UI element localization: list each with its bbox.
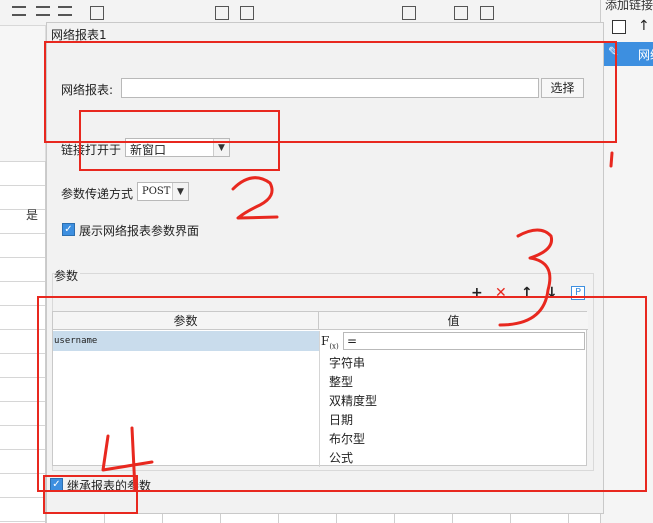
link-list-item-selected[interactable]: ✎ 网络 — [604, 42, 653, 66]
type-option-boolean[interactable]: 布尔型 — [329, 430, 365, 447]
select-button[interactable]: 选择 — [541, 78, 584, 98]
method-select[interactable]: POST ▼ — [137, 182, 189, 201]
open-in-value: 新窗口 — [130, 143, 167, 157]
web-report-url-input[interactable] — [121, 78, 539, 98]
show-params-checkbox[interactable]: ✓ — [62, 223, 75, 236]
inherit-params-checkbox[interactable]: ✓ — [50, 478, 63, 491]
chart-icon[interactable] — [454, 6, 468, 20]
show-params-label: 展示网络报表参数界面 — [79, 224, 200, 238]
parameter-icon[interactable]: P — [571, 286, 585, 300]
move-up-icon[interactable]: ↑ — [521, 285, 533, 301]
right-panel: 添加链接 — [600, 0, 653, 523]
formula-type-button[interactable]: F(x) — [321, 333, 341, 350]
grid-icon[interactable] — [240, 6, 254, 20]
chevron-down-icon: ▼ — [213, 139, 229, 156]
type-option-double[interactable]: 双精度型 — [329, 392, 377, 409]
dialog-title: 网络报表1 — [51, 28, 107, 42]
web-report-dialog: 网络报表1 网络报表: 选择 链接打开于 新窗口 ▼ 参数传递方式 POST ▼… — [46, 22, 604, 514]
inherit-params-label: 继承报表的参数 — [67, 479, 152, 493]
row-ruler — [0, 26, 46, 161]
params-group-title: 参数 — [54, 267, 81, 284]
column-header-value[interactable]: 值 — [319, 312, 588, 330]
right-panel-title: 添加链接 — [605, 0, 653, 12]
copy-icon[interactable] — [612, 20, 626, 34]
type-option-string[interactable]: 字符串 — [329, 354, 365, 371]
add-icon[interactable]: + — [471, 285, 483, 301]
web-report-label: 网络报表: — [61, 83, 114, 97]
move-down-icon[interactable]: ↓ — [546, 285, 558, 301]
grid-cell-text: 是 — [26, 208, 39, 222]
arrow-up-icon[interactable]: ↑ — [638, 18, 650, 34]
align-right-icon[interactable] — [58, 6, 72, 16]
frame-icon[interactable] — [480, 6, 494, 20]
column-divider — [319, 331, 320, 467]
type-option-integer[interactable]: 整型 — [329, 373, 353, 390]
method-label: 参数传递方式 — [61, 187, 134, 201]
params-table: 参数 值 username F(x) = 字符串 整型 双精度型 日期 布尔型 … — [52, 311, 588, 467]
chevron-down-icon: ▼ — [172, 183, 188, 200]
table-icon[interactable] — [215, 6, 229, 20]
sheet-grid — [0, 161, 46, 523]
param-value-input[interactable]: = — [343, 332, 585, 350]
param-name-cell[interactable]: username — [53, 331, 319, 351]
open-in-select[interactable]: 新窗口 ▼ — [125, 138, 230, 157]
method-value: POST — [142, 186, 171, 197]
link-list-item-label: 网络 — [638, 48, 653, 62]
image-icon[interactable] — [402, 6, 416, 20]
type-option-formula[interactable]: 公式 — [329, 449, 353, 466]
open-in-label: 链接打开于 — [61, 143, 122, 157]
align-center-icon[interactable] — [36, 6, 50, 16]
column-header-param[interactable]: 参数 — [53, 312, 319, 330]
type-option-date[interactable]: 日期 — [329, 411, 353, 428]
border-icon[interactable] — [90, 6, 104, 20]
delete-icon[interactable]: ✕ — [495, 285, 507, 301]
pencil-icon: ✎ — [608, 45, 619, 60]
align-left-icon[interactable] — [12, 6, 26, 16]
